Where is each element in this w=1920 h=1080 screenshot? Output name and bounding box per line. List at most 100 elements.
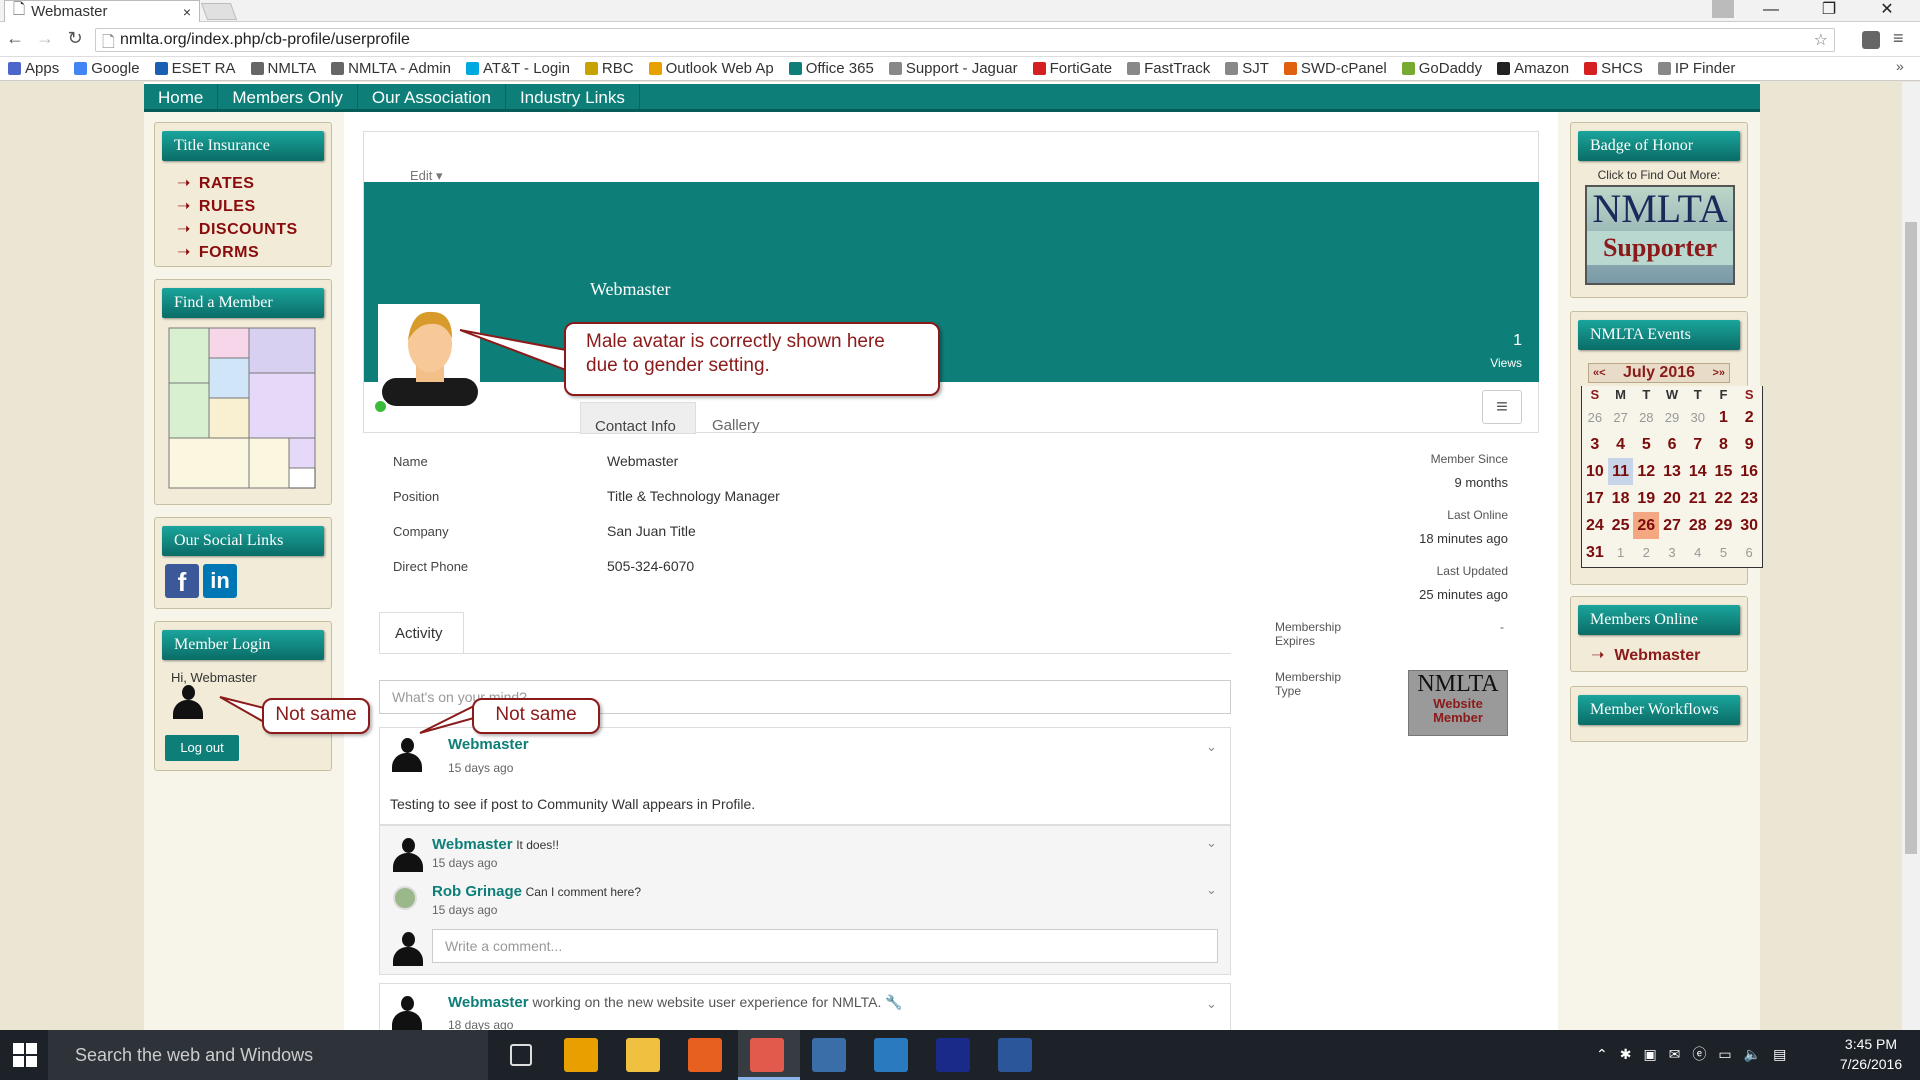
tab-close-icon[interactable]: × [183,4,191,20]
browser-tab[interactable]: 🗋 Webmaster × [4,0,200,22]
calendar-day[interactable]: 7 [1685,431,1711,458]
calendar-day[interactable]: 21 [1685,485,1711,512]
calendar-day[interactable]: 13 [1659,458,1685,485]
online-user[interactable]: ➝ Webmaster [1591,645,1700,665]
forms-link[interactable]: ➝ FORMS [177,242,298,262]
system-tray-icons[interactable]: ⌃✱▣✉ⓔ▭🔈▤ [1596,1044,1798,1064]
taskbar-search[interactable]: Search the web and Windows [48,1030,488,1080]
calendar-day[interactable]: 3 [1659,539,1685,566]
calendar-day[interactable]: 24 [1582,512,1608,539]
linkedin-icon[interactable]: in [203,564,237,598]
calendar-day[interactable]: 1 [1711,404,1737,431]
calendar-day[interactable]: 19 [1633,485,1659,512]
forward-icon[interactable]: → [34,28,56,52]
calendar-day[interactable]: 5 [1711,539,1737,566]
bookmark-item[interactable]: Google [74,60,140,77]
calendar-day[interactable]: 20 [1659,485,1685,512]
calendar-day[interactable]: 18 [1608,485,1634,512]
profile-menu-icon[interactable]: ≡ [1482,390,1522,424]
windows-start-icon[interactable] [12,1042,38,1068]
thunderbird-icon[interactable] [812,1038,846,1072]
calendar-day[interactable]: 15 [1711,458,1737,485]
bookmark-item[interactable]: Outlook Web Ap [648,60,774,77]
calendar-day[interactable]: 31 [1582,539,1608,566]
calendar-day[interactable]: 3 [1582,431,1608,458]
calendar-day[interactable]: 26 [1582,404,1608,431]
post-options-icon[interactable]: ⌄ [1206,739,1217,755]
tab-gallery[interactable]: Gallery [712,417,760,434]
calendar-next[interactable]: >» [1712,367,1725,379]
bookmark-item[interactable]: AT&T - Login [465,60,570,77]
bookmark-item[interactable]: ESET RA [154,60,236,77]
calendar-day[interactable]: 1 [1608,539,1634,566]
calendar-day[interactable]: 26 [1633,512,1660,539]
new-mexico-map[interactable] [167,326,317,491]
bookmark-item[interactable]: IP Finder [1657,60,1735,77]
rules-link[interactable]: ➝ RULES [177,196,298,216]
address-bar[interactable]: 🗋 nmlta.org/index.php/cb-profile/userpro… [95,28,1835,52]
firefox-icon[interactable] [688,1038,722,1072]
tab-contact-info[interactable]: Contact Info [580,402,696,435]
calendar-day[interactable]: 30 [1685,404,1711,431]
calendar-day[interactable]: 25 [1608,512,1634,539]
calendar-day[interactable]: 8 [1711,431,1737,458]
comment-input[interactable]: Write a comment... [432,929,1218,963]
logout-button[interactable]: Log out [165,735,239,761]
bookmark-item[interactable]: SHCS [1584,60,1643,77]
bookmark-item[interactable]: FastTrack [1127,60,1210,77]
nav-members-only[interactable]: Members Only [218,84,358,109]
restore-button[interactable]: ❐ [1806,0,1852,22]
close-window-button[interactable]: ✕ [1864,0,1910,22]
calendar-day[interactable]: 2 [1736,404,1762,431]
nav-our-association[interactable]: Our Association [358,84,506,109]
calendar-day[interactable]: 27 [1659,512,1685,539]
extension-icon[interactable] [1862,31,1880,49]
calendar-day[interactable]: 10 [1582,458,1608,485]
task-view-icon[interactable] [510,1044,532,1066]
calendar-day[interactable]: 27 [1608,404,1634,431]
member-workflows-link[interactable]: Member Workflows [1578,695,1740,725]
bookmark-item[interactable]: RBC [584,60,634,77]
comment-options-icon[interactable]: ⌄ [1206,835,1217,851]
scrollbar-thumb[interactable] [1905,222,1917,854]
comment-options-icon[interactable]: ⌄ [1206,882,1217,898]
calendar-day[interactable]: 28 [1685,512,1711,539]
calendar-day[interactable]: 6 [1736,539,1762,566]
calendar-day[interactable]: 23 [1736,485,1762,512]
app-nm-icon[interactable] [936,1038,970,1072]
calendar-day[interactable]: 22 [1711,485,1737,512]
word-icon[interactable] [998,1038,1032,1072]
menu-icon[interactable]: ≡ [1893,28,1904,49]
calendar-day[interactable]: 16 [1736,458,1762,485]
calendar-day[interactable]: 17 [1582,485,1608,512]
user-profile-icon[interactable] [1712,0,1734,18]
calendar-day[interactable]: 2 [1633,539,1659,566]
more-bookmarks-icon[interactable]: » [1896,58,1904,74]
facebook-icon[interactable]: f [165,564,199,598]
calendar-day[interactable]: 4 [1608,431,1634,458]
app-t-icon[interactable] [874,1038,908,1072]
bookmark-item[interactable]: NMLTA - Admin [331,60,451,77]
calendar-day[interactable]: 28 [1633,404,1659,431]
discounts-link[interactable]: ➝ DISCOUNTS [177,219,298,239]
calendar-day[interactable]: 29 [1711,512,1737,539]
tab-activity[interactable]: Activity [379,612,464,654]
post-options-icon[interactable]: ⌄ [1206,996,1217,1012]
bookmark-item[interactable]: Apps [8,60,59,77]
outlook-icon[interactable] [564,1038,598,1072]
bookmark-item[interactable]: Office 365 [788,60,874,77]
bookmark-item[interactable]: FortiGate [1032,60,1112,77]
supporter-badge[interactable]: NMLTA Supporter [1585,185,1735,285]
bookmark-item[interactable]: Amazon [1497,60,1569,77]
calendar-day[interactable]: 6 [1659,431,1685,458]
reload-icon[interactable]: ↻ [64,28,86,52]
calendar-day[interactable]: 9 [1736,431,1762,458]
bookmark-item[interactable]: Support - Jaguar [888,60,1018,77]
calendar-day[interactable]: 12 [1633,458,1659,485]
bookmark-item[interactable]: SJT [1225,60,1269,77]
nav-industry-links[interactable]: Industry Links [506,84,640,109]
calendar-day[interactable]: 11 [1607,458,1634,485]
file-explorer-icon[interactable] [626,1038,660,1072]
calendar-day[interactable]: 4 [1685,539,1711,566]
bookmark-star-icon[interactable]: ☆ [1814,30,1828,50]
